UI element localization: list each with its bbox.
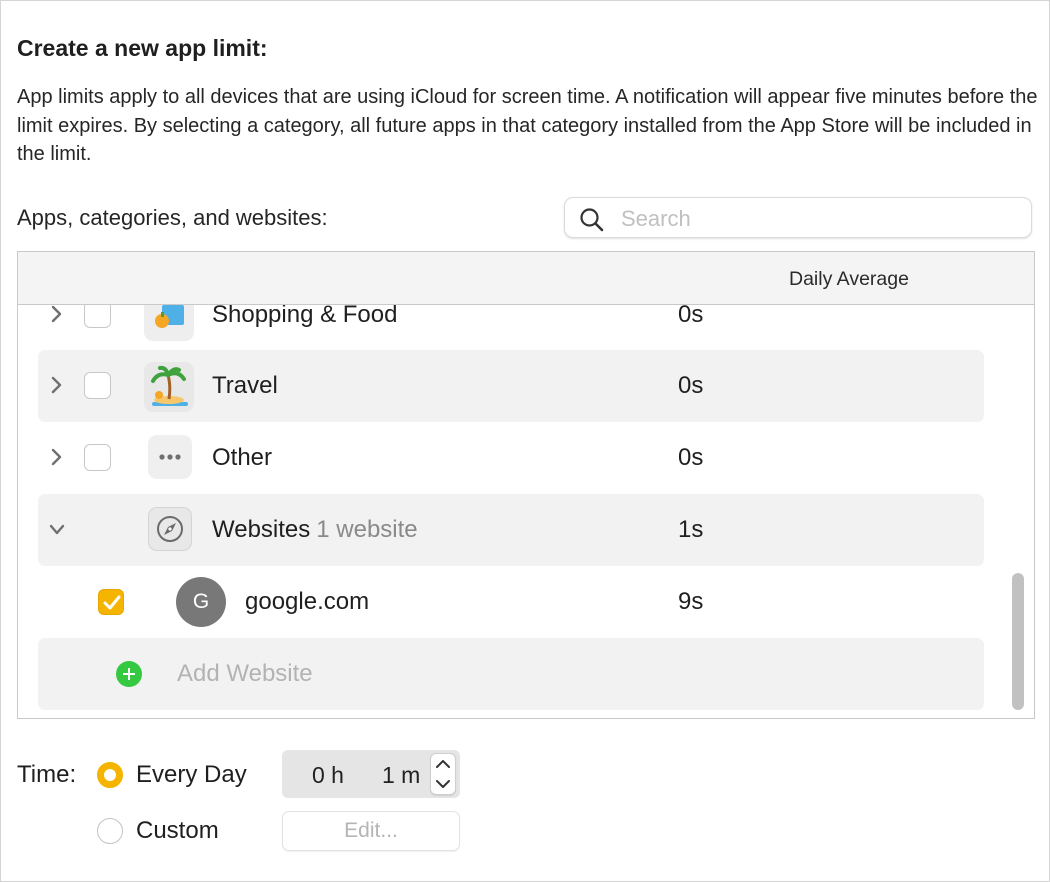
compass-icon <box>148 507 192 551</box>
add-icon[interactable] <box>116 661 142 687</box>
stepper-control[interactable] <box>430 753 456 795</box>
radio-label-custom[interactable]: Custom <box>136 817 219 845</box>
website-row[interactable]: G google.com 9s <box>38 566 984 638</box>
hours-value[interactable]: 0 h <box>312 762 344 789</box>
row-label: Travel <box>212 372 278 399</box>
category-row-shopping[interactable]: Shopping & Food 0s <box>38 305 984 351</box>
app-limit-window: Create a new app limit: App limits apply… <box>0 0 1050 882</box>
search-icon <box>580 208 604 232</box>
time-stepper[interactable]: 0 h 1 m <box>282 750 460 798</box>
section-label: Apps, categories, and websites: <box>17 205 328 230</box>
row-label: Other <box>212 444 273 471</box>
category-row-other[interactable]: Other 0s <box>38 422 984 494</box>
column-header-daily-average[interactable]: Daily Average <box>789 268 909 291</box>
checkmark-icon <box>103 595 121 610</box>
row-time: 1s <box>678 516 704 543</box>
minutes-value[interactable]: 1 m <box>382 762 420 789</box>
shopping-bag-icon <box>144 305 194 341</box>
row-label-text: Websites <box>212 516 311 543</box>
more-icon <box>148 435 192 479</box>
chevron-right-icon[interactable] <box>48 374 66 396</box>
website-count: 1 website <box>316 516 418 543</box>
category-row-websites[interactable]: Websites 1 website 1s <box>38 494 984 566</box>
checkbox[interactable] <box>84 372 111 399</box>
description-text: App limits apply to all devices that are… <box>17 86 1038 165</box>
row-label: Shopping & Food <box>212 305 398 328</box>
table-header: Daily Average <box>18 252 1034 305</box>
chevron-right-icon[interactable] <box>48 446 66 468</box>
add-website-label: Add Website <box>177 660 313 687</box>
website-domain: google.com <box>245 588 370 615</box>
scrollbar-thumb[interactable] <box>1012 573 1024 710</box>
category-row-travel[interactable]: Travel 0s <box>38 350 984 422</box>
checkbox-checked[interactable] <box>98 589 124 615</box>
chevron-down-icon[interactable] <box>431 774 455 794</box>
apps-table: Daily Average Shopping & Food 0s Travel … <box>17 251 1035 719</box>
add-website-row[interactable]: Add Website <box>38 638 984 710</box>
avatar: G <box>176 577 226 627</box>
time-label: Time: <box>17 761 77 788</box>
row-time: 0s <box>678 444 704 471</box>
row-label: Websites 1 website <box>212 516 418 544</box>
search-input[interactable] <box>619 202 1023 236</box>
checkbox[interactable] <box>84 305 111 328</box>
page-title: Create a new app limit: <box>17 35 268 61</box>
edit-button[interactable]: Edit... <box>282 811 460 851</box>
row-time: 9s <box>678 588 704 615</box>
chevron-right-icon[interactable] <box>48 305 66 325</box>
search-field[interactable] <box>564 197 1032 238</box>
radio-custom[interactable] <box>97 818 123 844</box>
row-time: 0s <box>678 372 704 399</box>
checkbox[interactable] <box>84 444 111 471</box>
chevron-up-icon[interactable] <box>431 754 455 774</box>
chevron-down-icon[interactable] <box>48 518 66 540</box>
row-time: 0s <box>678 305 704 328</box>
palm-tree-icon <box>144 362 194 412</box>
table-rows: Shopping & Food 0s Travel 0s Other 0s We… <box>18 305 1034 718</box>
radio-label-every-day[interactable]: Every Day <box>136 761 247 789</box>
radio-every-day[interactable] <box>97 762 123 788</box>
